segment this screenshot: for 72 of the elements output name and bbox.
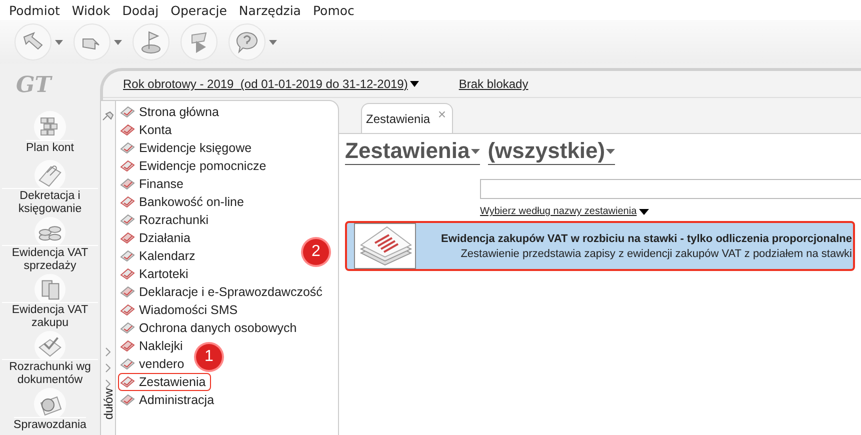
pie-icon bbox=[33, 386, 67, 416]
module-item[interactable]: Ewidencje pomocnicze bbox=[118, 157, 272, 175]
shortcut-button[interactable]: Ewidencja VAT zakupu bbox=[0, 272, 100, 330]
module-icon bbox=[120, 231, 135, 245]
boxes-icon bbox=[33, 272, 67, 302]
coins-icon bbox=[33, 216, 67, 244]
module-item[interactable]: Administracja bbox=[118, 391, 220, 409]
module-icon bbox=[120, 375, 135, 389]
module-icon bbox=[120, 357, 135, 371]
module-item[interactable]: Wiadomości SMS bbox=[118, 301, 243, 319]
module-icon bbox=[120, 195, 135, 209]
search-field[interactable] bbox=[480, 179, 861, 199]
menu-item[interactable]: Widok bbox=[68, 2, 114, 18]
module-item[interactable]: Naklejki bbox=[118, 337, 188, 355]
module-item[interactable]: Bankowość on-line bbox=[118, 193, 249, 211]
module-item[interactable]: Ewidencje księgowe bbox=[118, 139, 257, 157]
module-icon bbox=[120, 303, 135, 317]
module-item[interactable]: vendero bbox=[118, 355, 190, 373]
filter-dropdown[interactable]: (wszystkie) bbox=[488, 138, 616, 165]
lock-link[interactable]: Brak blokady bbox=[458, 77, 528, 91]
category-dropdown[interactable]: Zestawienia bbox=[345, 138, 480, 165]
period-selector[interactable]: Rok obrotowy - 2019 (od 01-01-2019 do 31-12-2019) bbox=[123, 77, 419, 91]
menu-item[interactable]: Operacje bbox=[166, 2, 231, 18]
checkmark-icon bbox=[33, 330, 67, 358]
pin-icon[interactable] bbox=[102, 111, 114, 121]
report-description: Zestawienie przedstawia zapisy z ewidencji zakupów VAT z podziałem na stawki bbox=[460, 248, 852, 260]
help-icon[interactable] bbox=[228, 23, 266, 61]
module-item[interactable]: Rozrachunki bbox=[118, 211, 214, 229]
module-icon bbox=[120, 267, 135, 281]
module-item[interactable]: Zestawienia bbox=[118, 373, 211, 391]
module-icon bbox=[120, 159, 135, 173]
logo: GT bbox=[16, 72, 52, 98]
module-icon bbox=[120, 285, 135, 299]
menu-item[interactable]: Pomoc bbox=[308, 2, 358, 18]
report-title: Ewidencja zakupów VAT w rozbiciu na stawki - tylko odliczenia proporcjonalne bbox=[441, 232, 852, 244]
module-item[interactable]: Ochrona danych osobowych bbox=[118, 319, 302, 337]
tab[interactable]: Zestawienia × bbox=[361, 103, 453, 133]
annotation-badge: 2 bbox=[303, 239, 329, 265]
module-icon bbox=[120, 249, 135, 263]
dropdown-caret-icon[interactable] bbox=[410, 81, 419, 87]
module-item[interactable]: Strona główna bbox=[118, 103, 224, 121]
module-icon bbox=[120, 339, 135, 353]
search-mode-link[interactable]: Wybierz według nazwy zestawienia bbox=[480, 206, 649, 217]
shortcut-button[interactable]: Rozrachunki wg dokumentów bbox=[0, 330, 100, 386]
module-item[interactable]: Konta bbox=[118, 121, 177, 139]
module-icon bbox=[120, 123, 135, 137]
module-item[interactable]: Kartoteki bbox=[118, 265, 194, 283]
flag-icon[interactable] bbox=[132, 23, 170, 61]
module-item[interactable]: Działania bbox=[118, 229, 196, 247]
module-item[interactable]: Deklaracje i e-Sprawozdawczość bbox=[118, 283, 328, 301]
modules-tab[interactable]: dułów bbox=[102, 388, 116, 420]
shortcut-button[interactable]: Ewidencja VAT sprzedaży bbox=[0, 216, 100, 272]
module-icon bbox=[120, 141, 135, 155]
report-item[interactable]: Ewidencja zakupów VAT w rozbiciu na stawki - tylko odliczenia proporcjonalne Zestawienie przedstawia zapisy z ewidencji zakupów VAT z podziałem na stawki bbox=[345, 221, 855, 271]
module-item[interactable]: Finanse bbox=[118, 175, 188, 193]
module-icon bbox=[120, 177, 135, 191]
shortcut-button[interactable]: Plan kont bbox=[0, 110, 100, 158]
play-icon[interactable] bbox=[180, 23, 218, 61]
paper-clip-icon bbox=[33, 158, 67, 188]
module-icon bbox=[120, 321, 135, 335]
module-icon bbox=[120, 213, 135, 227]
annotation-badge: 1 bbox=[196, 344, 222, 370]
grid-icon bbox=[33, 110, 67, 140]
dropdown-caret-icon[interactable] bbox=[638, 208, 649, 214]
menu-item[interactable]: Dodaj bbox=[118, 2, 163, 18]
module-icon bbox=[120, 393, 135, 407]
menu-item[interactable]: Podmiot bbox=[5, 2, 64, 18]
shortcut-button[interactable]: Sprawozdania bbox=[0, 386, 100, 435]
menu-item[interactable]: Narzędzia bbox=[234, 2, 305, 18]
shortcut-button[interactable]: Dekretacja i księgowanie bbox=[0, 158, 100, 216]
module-item[interactable]: Kalendarz bbox=[118, 247, 200, 265]
module-icon bbox=[120, 105, 135, 119]
